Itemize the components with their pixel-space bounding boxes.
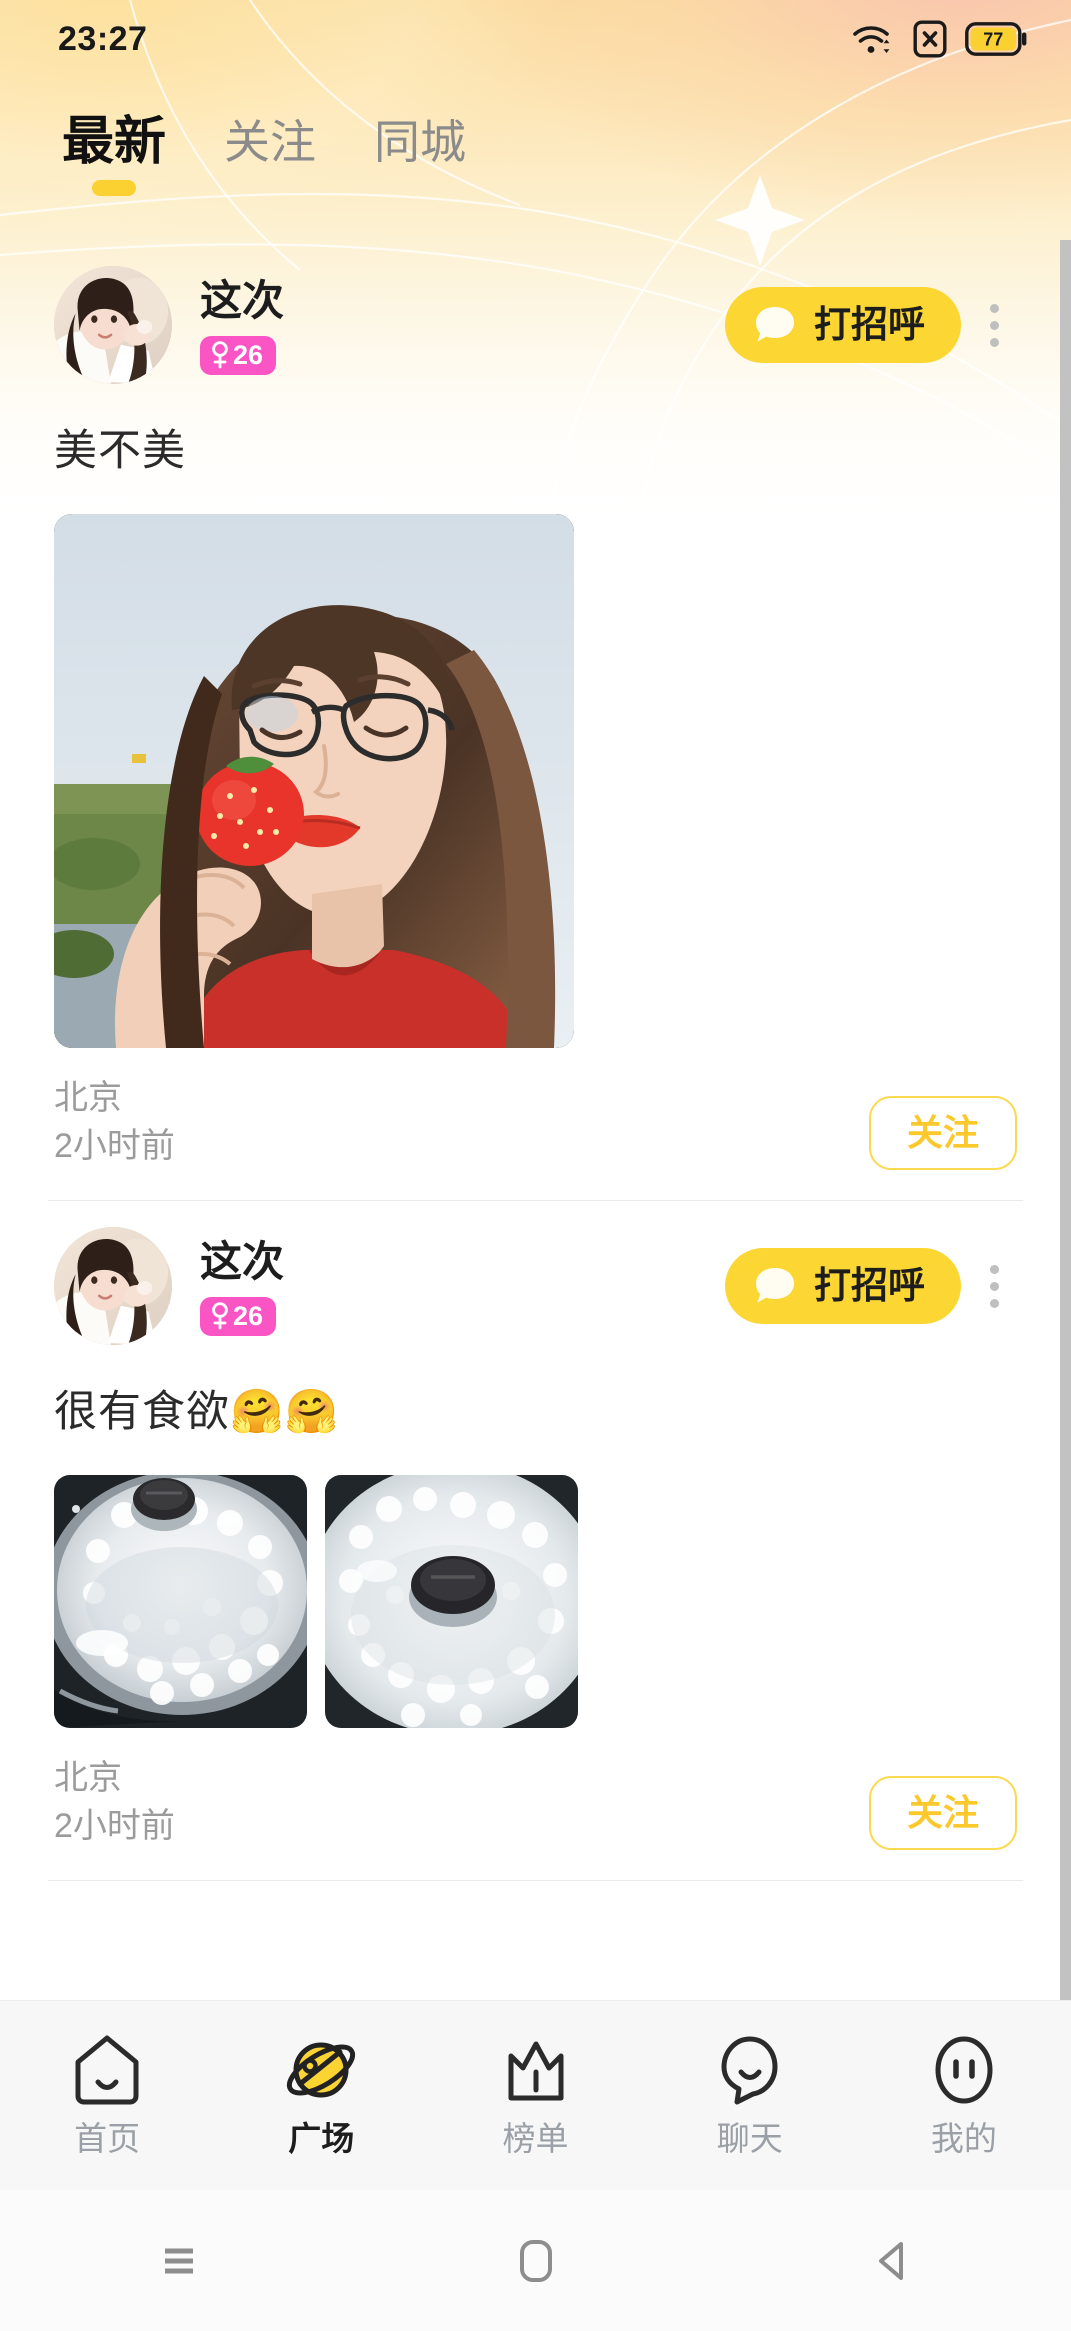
- post-divider: [48, 1880, 1023, 1881]
- avatar[interactable]: [54, 1227, 172, 1345]
- avatar-image: [54, 266, 172, 384]
- user-meta: 这次 26: [200, 276, 725, 375]
- more-options-icon[interactable]: [971, 1264, 1017, 1308]
- tab-active-indicator: [92, 180, 136, 196]
- avatar-image: [54, 1227, 172, 1345]
- gender-age-badge: 26: [200, 335, 277, 375]
- planet-icon: [287, 2042, 356, 2097]
- tab-nearby-label: 同城: [374, 116, 467, 168]
- face-icon: [935, 2036, 993, 2103]
- nav-label-ranking: 榜单: [502, 2119, 569, 2157]
- user-age: 26: [233, 339, 264, 370]
- post-media-image[interactable]: [54, 1475, 307, 1728]
- crown-icon: [508, 2041, 563, 2100]
- user-age: 26: [233, 1300, 264, 1331]
- feed-post: 这次 26 打招呼 很有食欲🤗🤗 北京 2小时前 关注: [0, 1201, 1071, 1880]
- triangle-left-icon: [878, 2241, 903, 2280]
- nav-item-chat[interactable]: 聊天: [643, 2034, 857, 2158]
- user-meta: 这次 26: [200, 1237, 725, 1336]
- feed-tab-bar: 最新 关注 同城: [0, 112, 1071, 204]
- post-image-1: [54, 1475, 307, 1728]
- recent-apps-button[interactable]: [0, 2240, 357, 2282]
- post-timestamp: 2小时前: [54, 1807, 175, 1845]
- greet-button-label: 打招呼: [814, 1265, 925, 1306]
- feed-post: 这次 26 打招呼 美不美 北京 2小时前 关注: [0, 240, 1071, 1200]
- battery-icon: 77: [965, 22, 1027, 56]
- back-button[interactable]: [714, 2238, 1071, 2284]
- follow-button[interactable]: 关注: [868, 1776, 1017, 1850]
- more-options-icon[interactable]: [971, 303, 1017, 347]
- status-time: 23:27: [58, 19, 148, 58]
- bottom-navigation-bar: 首页 广场 榜单 聊天 我的: [0, 2000, 1071, 2190]
- post-media-image[interactable]: [325, 1475, 578, 1728]
- status-icons-group: 77: [851, 20, 1027, 58]
- post-media-grid: [54, 1475, 1017, 1728]
- post-location: 北京: [54, 1079, 122, 1117]
- post-header: 这次 26 打招呼: [54, 240, 1017, 384]
- rounded-rect-icon: [519, 2239, 552, 2282]
- follow-button[interactable]: 关注: [868, 1096, 1017, 1170]
- female-symbol-icon: [212, 341, 228, 369]
- home-button[interactable]: [357, 2238, 714, 2284]
- user-name[interactable]: 这次: [200, 276, 725, 326]
- post-image-2: [325, 1475, 578, 1728]
- nav-item-home[interactable]: 首页: [0, 2034, 214, 2158]
- chat-bubble-icon: [756, 307, 794, 342]
- post-text: 很有食欲🤗🤗: [54, 1388, 340, 1436]
- chat-ghost-icon: [721, 2036, 778, 2104]
- android-system-navigation: [0, 2190, 1071, 2331]
- post-location: 北京: [54, 1759, 122, 1797]
- female-symbol-icon: [212, 1302, 228, 1330]
- greet-button[interactable]: 打招呼: [725, 287, 961, 363]
- sim-no-service-icon: [913, 20, 947, 58]
- tab-following[interactable]: 关注: [224, 112, 316, 172]
- scrollbar[interactable]: [1060, 240, 1071, 2000]
- nav-label-mine: 我的: [930, 2119, 997, 2157]
- nav-label-home: 首页: [74, 2119, 141, 2157]
- post-footer: 北京 2小时前 关注: [54, 1754, 1017, 1880]
- scrollbar-thumb[interactable]: [1060, 240, 1071, 2000]
- chat-bubble-icon: [756, 1268, 794, 1303]
- post-footer: 北京 2小时前 关注: [54, 1074, 1017, 1200]
- home-pentagon-icon: [75, 2035, 139, 2104]
- greet-button-label: 打招呼: [814, 304, 925, 345]
- nav-label-chat: 聊天: [716, 2119, 783, 2157]
- nav-label-plaza: 广场: [288, 2119, 355, 2157]
- post-media-image[interactable]: [54, 514, 574, 1048]
- post-image-1: [54, 514, 574, 1048]
- nav-item-mine[interactable]: 我的: [857, 2034, 1071, 2158]
- tab-nearby[interactable]: 同城: [374, 112, 466, 172]
- menu-lines-icon: [164, 2248, 193, 2273]
- wifi-icon: [853, 26, 890, 53]
- post-timestamp: 2小时前: [54, 1127, 175, 1165]
- post-feed[interactable]: 这次 26 打招呼 美不美 北京 2小时前 关注 这次 26 打招呼 很有食欲🤗…: [0, 240, 1071, 2000]
- avatar[interactable]: [54, 266, 172, 384]
- tab-latest[interactable]: 最新: [62, 112, 167, 196]
- post-header: 这次 26 打招呼: [54, 1201, 1017, 1345]
- battery-level-text: 77: [983, 30, 1003, 50]
- user-name[interactable]: 这次: [200, 1237, 725, 1287]
- status-bar: 23:27 77: [0, 0, 1071, 78]
- greet-button[interactable]: 打招呼: [725, 1248, 961, 1324]
- tab-latest-label: 最新: [62, 113, 167, 171]
- post-text: 美不美: [54, 427, 186, 475]
- nav-item-ranking[interactable]: 榜单: [428, 2034, 642, 2158]
- gender-age-badge: 26: [200, 1296, 277, 1336]
- nav-item-plaza[interactable]: 广场: [214, 2034, 428, 2158]
- tab-following-label: 关注: [224, 116, 317, 168]
